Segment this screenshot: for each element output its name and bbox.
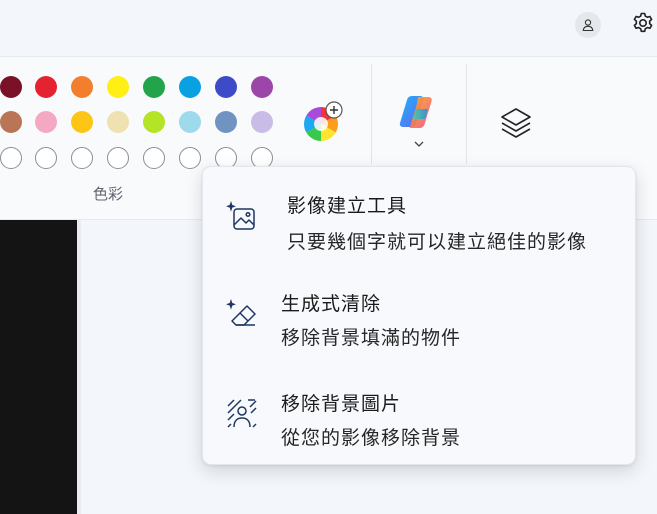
copilot-icon: [399, 96, 432, 128]
color-swatch[interactable]: [0, 76, 22, 98]
color-wheel-plus-icon: [304, 101, 343, 141]
gear-icon: [633, 12, 653, 33]
color-swatch[interactable]: [251, 111, 273, 133]
color-swatch[interactable]: [71, 76, 93, 98]
menu-item-description: 從您的影像移除背景: [281, 427, 462, 449]
title-bar: [0, 0, 657, 56]
color-swatch[interactable]: [107, 111, 129, 133]
menu-item-title: 生成式清除: [281, 293, 382, 315]
menu-item-title: 影像建立工具: [287, 195, 408, 217]
color-swatch[interactable]: [0, 111, 22, 133]
canvas-image[interactable]: [0, 220, 77, 514]
color-swatch[interactable]: [251, 76, 273, 98]
eraser-sparkle-icon: [226, 299, 256, 326]
copilot-button[interactable]: [396, 92, 442, 152]
remove-background-icon: [227, 399, 257, 428]
color-swatch[interactable]: [71, 111, 93, 133]
image-sparkle-icon: [226, 201, 255, 230]
color-swatch[interactable]: [107, 76, 129, 98]
custom-color-slot[interactable]: [143, 147, 165, 169]
settings-button[interactable]: [629, 9, 657, 37]
color-swatch[interactable]: [215, 76, 237, 98]
color-swatch[interactable]: [215, 111, 237, 133]
menu-item-description: 只要幾個字就可以建立絕佳的影像: [287, 231, 588, 253]
menu-item-image-creator[interactable]: 影像建立工具 只要幾個字就可以建立絕佳的影像: [203, 171, 635, 261]
edit-colors-button[interactable]: [300, 100, 346, 146]
custom-color-slot[interactable]: [179, 147, 201, 169]
paint-window: 色彩 影像建立工具 只要幾個字就可以建立絕佳的影像 生成式清除 移除背景填滿的物…: [0, 0, 657, 514]
color-swatch[interactable]: [143, 76, 165, 98]
canvas-edge: [77, 220, 81, 514]
menu-item-generative-erase[interactable]: 生成式清除 移除背景填滿的物件: [203, 267, 635, 357]
layers-icon: [501, 108, 531, 138]
account-button[interactable]: [575, 12, 601, 38]
person-icon: [582, 19, 594, 32]
color-swatch[interactable]: [35, 76, 57, 98]
color-swatch[interactable]: [35, 111, 57, 133]
menu-item-description: 移除背景填滿的物件: [281, 327, 462, 349]
custom-color-slot[interactable]: [107, 147, 129, 169]
custom-color-slot[interactable]: [0, 147, 22, 169]
colors-group-label: 色彩: [92, 185, 123, 203]
copilot-menu: 影像建立工具 只要幾個字就可以建立絕佳的影像 生成式清除 移除背景填滿的物件 移…: [202, 166, 636, 465]
custom-color-slot[interactable]: [35, 147, 57, 169]
menu-item-remove-background[interactable]: 移除背景圖片 從您的影像移除背景: [203, 367, 635, 457]
color-swatch[interactable]: [179, 111, 201, 133]
color-swatch[interactable]: [143, 111, 165, 133]
ribbon-divider: [371, 64, 372, 164]
custom-color-slot[interactable]: [71, 147, 93, 169]
chevron-down-icon: [414, 141, 424, 147]
color-swatch[interactable]: [179, 76, 201, 98]
menu-item-title: 移除背景圖片: [281, 393, 402, 415]
ribbon-divider: [466, 64, 467, 164]
layers-button[interactable]: [496, 103, 536, 143]
